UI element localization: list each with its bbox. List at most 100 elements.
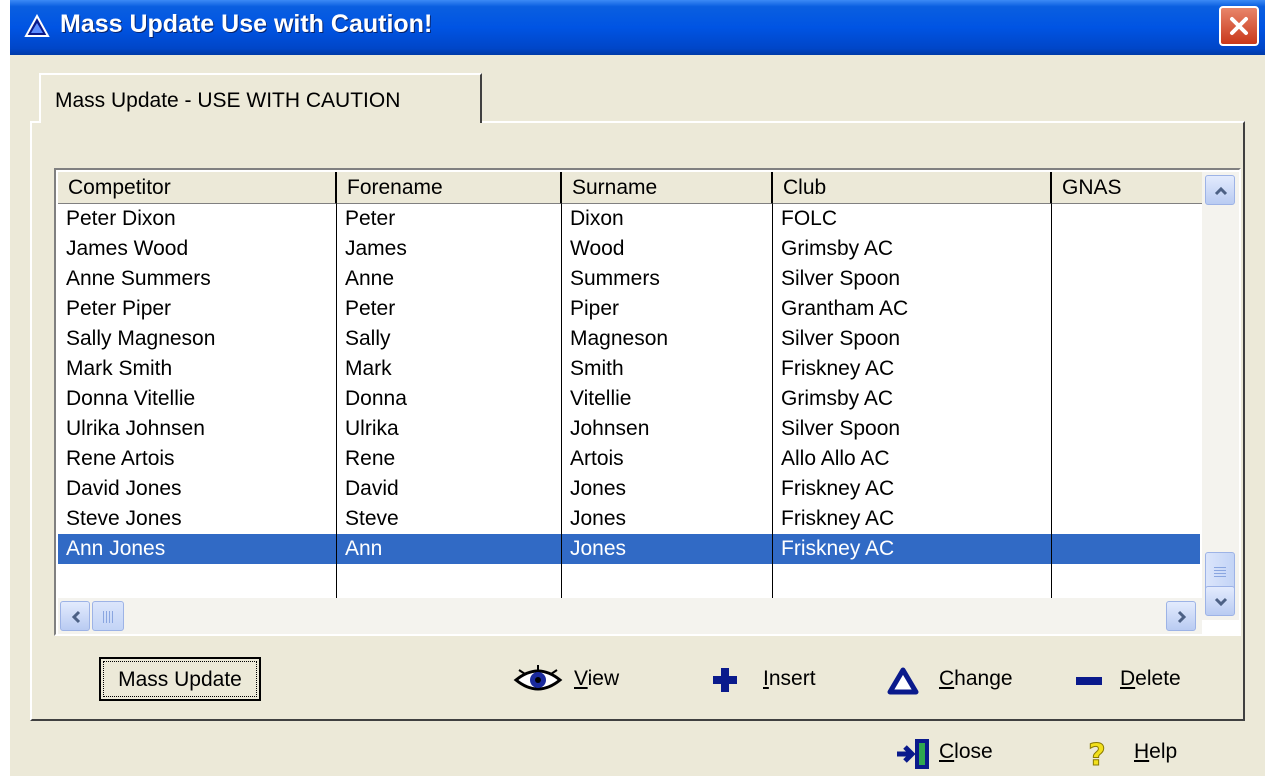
cell-forename: Ulrika	[345, 417, 399, 440]
cell-gnas	[1052, 474, 1060, 504]
table-row[interactable]: James Wood James Wood Grimsby AC	[58, 234, 1200, 264]
tab-label: Mass Update - USE WITH CAUTION	[55, 89, 401, 112]
table-row[interactable]: Anne Summers Anne Summers Silver Spoon	[58, 264, 1200, 294]
delete-button[interactable]: Delete	[1072, 660, 1222, 700]
help-button[interactable]: ? Help	[1080, 733, 1210, 773]
warning-triangle-icon	[24, 14, 50, 37]
column-header-surname[interactable]: Surname	[562, 172, 773, 204]
cell-surname: Jones	[570, 537, 627, 560]
cell-gnas	[1052, 324, 1060, 354]
scroll-down-button[interactable]	[1205, 586, 1235, 616]
cell-competitor: Anne Summers	[66, 267, 211, 290]
close-label: Close	[939, 740, 993, 763]
cell-surname: Piper	[570, 297, 620, 320]
change-label: Change	[939, 667, 1013, 690]
cell-surname: Artois	[570, 447, 624, 470]
cell-forename: James	[345, 237, 407, 260]
chevron-up-icon	[1214, 186, 1228, 196]
scroll-right-button[interactable]	[1166, 601, 1196, 631]
column-header-gnas[interactable]: GNAS	[1052, 172, 1208, 204]
column-header-club[interactable]: Club	[773, 172, 1052, 204]
cell-surname: Johnsen	[570, 417, 650, 440]
cell-forename: Sally	[345, 327, 391, 350]
cell-gnas	[1052, 384, 1060, 414]
competitor-list[interactable]: Competitor Forename Surname Club GNAS Pe…	[54, 168, 1241, 636]
cell-gnas	[1052, 204, 1060, 234]
table-row[interactable]: David Jones David Jones Friskney AC	[58, 474, 1200, 504]
cell-forename: Peter	[345, 207, 396, 230]
view-button[interactable]: View	[513, 660, 643, 700]
column-divider	[561, 204, 562, 598]
change-button[interactable]: Change	[886, 660, 1046, 700]
cell-club: Friskney AC	[781, 507, 895, 530]
cell-forename: David	[345, 477, 399, 500]
eye-icon	[513, 665, 563, 691]
insert-button[interactable]: Insert	[708, 660, 838, 700]
table-row[interactable]: Mark Smith Mark Smith Friskney AC	[58, 354, 1200, 384]
table-row[interactable]: Ann Jones Ann Jones Friskney AC	[58, 534, 1200, 564]
cell-surname: Dixon	[570, 207, 624, 230]
cell-competitor: Peter Dixon	[66, 207, 176, 230]
scroll-up-button[interactable]	[1205, 175, 1235, 205]
window-title: Mass Update Use with Caution!	[60, 10, 433, 38]
tab-mass-update[interactable]: Mass Update - USE WITH CAUTION	[39, 73, 482, 123]
table-row[interactable]: Sally Magneson Sally Magneson Silver Spoon	[58, 324, 1200, 354]
cell-club: Friskney AC	[781, 537, 895, 560]
cell-gnas	[1052, 444, 1060, 474]
cell-competitor: David Jones	[66, 477, 182, 500]
mass-update-button[interactable]: Mass Update	[99, 657, 261, 701]
cell-surname: Wood	[570, 237, 625, 260]
cell-forename: Rene	[345, 447, 396, 470]
cell-gnas	[1052, 414, 1060, 444]
table-row[interactable]: Donna Vitellie Donna Vitellie Grimsby AC	[58, 384, 1200, 414]
plus-icon	[713, 668, 737, 692]
cell-surname: Smith	[570, 357, 624, 380]
scroll-left-button[interactable]	[60, 601, 90, 631]
cell-competitor: Mark Smith	[66, 357, 173, 380]
cell-competitor: Rene Artois	[66, 447, 175, 470]
close-window-button[interactable]	[1219, 6, 1259, 46]
cell-club: Silver Spoon	[781, 417, 901, 440]
table-row[interactable]: Peter Dixon Peter Dixon FOLC	[58, 204, 1200, 234]
column-header-competitor[interactable]: Competitor	[58, 172, 337, 204]
cell-club: Silver Spoon	[781, 327, 901, 350]
insert-label: Insert	[763, 667, 816, 690]
cell-club: Allo Allo AC	[781, 447, 890, 470]
cell-club: FOLC	[781, 207, 838, 230]
chevron-down-icon	[1214, 597, 1228, 607]
cell-gnas	[1052, 234, 1060, 264]
cell-gnas	[1052, 264, 1060, 294]
title-bar[interactable]: Mass Update Use with Caution!	[10, 0, 1265, 55]
minus-icon	[1076, 677, 1102, 685]
question-mark-icon: ?	[1088, 738, 1106, 772]
cell-competitor: Donna Vitellie	[66, 387, 196, 410]
cell-competitor: James Wood	[66, 237, 189, 260]
column-divider	[336, 204, 337, 598]
cell-forename: Anne	[345, 267, 395, 290]
cell-gnas	[1052, 504, 1060, 534]
column-divider	[1051, 204, 1052, 598]
cell-forename: Peter	[345, 297, 396, 320]
cell-forename: Steve	[345, 507, 399, 530]
horizontal-scrollbar[interactable]	[58, 598, 1202, 634]
triangle-icon	[887, 667, 919, 695]
table-row[interactable]: Steve Jones Steve Jones Friskney AC	[58, 504, 1200, 534]
column-header-forename[interactable]: Forename	[337, 172, 562, 204]
cell-club: Grimsby AC	[781, 237, 894, 260]
close-button[interactable]: Close	[895, 733, 1035, 773]
mass-update-label: Mass Update	[103, 661, 257, 697]
cell-club: Grimsby AC	[781, 387, 894, 410]
vertical-scrollbar[interactable]	[1202, 172, 1239, 620]
table-row[interactable]: Ulrika Johnsen Ulrika Johnsen Silver Spoon	[58, 414, 1200, 444]
table-row[interactable]: Rene Artois Rene Artois Allo Allo AC	[58, 444, 1200, 474]
cell-competitor: Ulrika Johnsen	[66, 417, 205, 440]
cell-surname: Jones	[570, 507, 627, 530]
cell-surname: Vitellie	[570, 387, 632, 410]
help-label: Help	[1134, 740, 1178, 763]
list-header: Competitor Forename Surname Club GNAS	[58, 172, 1208, 204]
column-divider	[772, 204, 773, 598]
cell-forename: Mark	[345, 357, 392, 380]
table-row[interactable]: Peter Piper Peter Piper Grantham AC	[58, 294, 1200, 324]
cell-forename: Donna	[345, 387, 407, 410]
horizontal-scroll-thumb[interactable]	[92, 601, 124, 631]
